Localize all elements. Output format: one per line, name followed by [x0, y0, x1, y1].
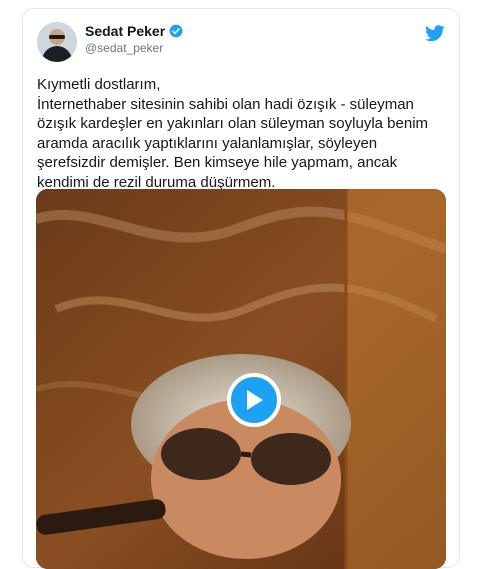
tweet-card[interactable]: Sedat Peker @sedat_peker Kıymetli dostla… [22, 8, 460, 569]
video-player[interactable] [36, 189, 446, 569]
play-icon [247, 390, 263, 410]
verified-badge-icon [169, 24, 183, 38]
play-button[interactable] [227, 373, 281, 427]
author-handle[interactable]: @sedat_peker [85, 41, 163, 55]
twitter-bird-icon[interactable] [425, 23, 445, 43]
author-name[interactable]: Sedat Peker [85, 23, 165, 39]
tweet-text-line: Kıymetli dostlarım, [37, 76, 161, 93]
avatar[interactable] [37, 22, 77, 62]
tweet-text-line: İnternethaber sitesinin sahibi olan hadi… [37, 95, 429, 191]
avatar-image [37, 22, 77, 62]
tweet-text: Kıymetli dostlarım, İnternethaber sitesi… [37, 75, 447, 192]
